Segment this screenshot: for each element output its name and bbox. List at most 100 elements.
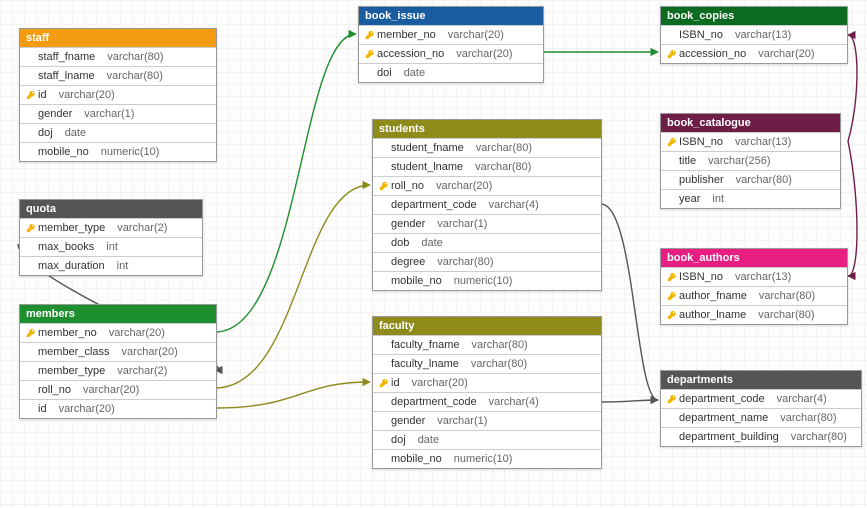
column-row[interactable]: member_classvarchar(20) — [20, 342, 216, 361]
column-row[interactable]: member_novarchar(20) — [359, 25, 543, 44]
column-name: doj — [391, 434, 418, 446]
key-slot — [363, 49, 377, 59]
column-row[interactable]: faculty_lnamevarchar(80) — [373, 354, 601, 373]
column-row[interactable]: ISBN_novarchar(13) — [661, 267, 847, 286]
column-name: gender — [38, 108, 84, 120]
column-name: mobile_no — [38, 146, 101, 158]
column-row[interactable]: gendervarchar(1) — [373, 214, 601, 233]
entity-header[interactable]: book_authors — [661, 249, 847, 267]
primary-key-icon — [365, 30, 375, 40]
entity-book_issue[interactable]: book_issue member_novarchar(20) accessio… — [358, 6, 544, 83]
column-name: department_building — [679, 431, 791, 443]
column-row[interactable]: idvarchar(20) — [373, 373, 601, 392]
primary-key-icon — [365, 49, 375, 59]
entity-header[interactable]: members — [20, 305, 216, 323]
column-row[interactable]: idvarchar(20) — [20, 399, 216, 418]
column-row[interactable]: roll_novarchar(20) — [373, 176, 601, 195]
column-name: dob — [391, 237, 421, 249]
column-type: varchar(4) — [777, 393, 857, 405]
column-row[interactable]: member_typevarchar(2) — [20, 361, 216, 380]
column-row[interactable]: member_novarchar(20) — [20, 323, 216, 342]
column-row[interactable]: author_lnamevarchar(80) — [661, 305, 847, 324]
entity-book_catalogue[interactable]: book_catalogue ISBN_novarchar(13)titleva… — [660, 113, 841, 209]
relation-path — [848, 141, 857, 276]
column-row[interactable]: publishervarchar(80) — [661, 170, 840, 189]
relation-path — [215, 382, 370, 408]
key-slot — [665, 137, 679, 147]
column-row[interactable]: department_codevarchar(4) — [373, 195, 601, 214]
entity-quota[interactable]: quota member_typevarchar(2)max_booksintm… — [19, 199, 203, 276]
column-name: member_class — [38, 346, 122, 358]
column-row[interactable]: max_durationint — [20, 256, 202, 275]
key-slot — [24, 328, 38, 338]
column-row[interactable]: department_buildingvarchar(80) — [661, 427, 861, 446]
primary-key-icon — [667, 291, 677, 301]
column-row[interactable]: dobdate — [373, 233, 601, 252]
relation-path — [215, 34, 356, 332]
column-type: varchar(2) — [117, 222, 198, 234]
entity-header[interactable]: book_catalogue — [661, 114, 840, 132]
entity-book_authors[interactable]: book_authors ISBN_novarchar(13) author_f… — [660, 248, 848, 325]
column-row[interactable]: dojdate — [20, 123, 216, 142]
column-row[interactable]: max_booksint — [20, 237, 202, 256]
entity-book_copies[interactable]: book_copiesISBN_novarchar(13) accession_… — [660, 6, 848, 64]
column-row[interactable]: staff_lnamevarchar(80) — [20, 66, 216, 85]
primary-key-icon — [26, 90, 36, 100]
column-row[interactable]: idvarchar(20) — [20, 85, 216, 104]
column-row[interactable]: doidate — [359, 63, 543, 82]
column-type: varchar(80) — [758, 309, 843, 321]
column-row[interactable]: staff_fnamevarchar(80) — [20, 47, 216, 66]
entity-faculty[interactable]: facultyfaculty_fnamevarchar(80)faculty_l… — [372, 316, 602, 469]
column-row[interactable]: department_namevarchar(80) — [661, 408, 861, 427]
entity-students[interactable]: studentsstudent_fnamevarchar(80)student_… — [372, 119, 602, 291]
column-row[interactable]: mobile_nonumeric(10) — [373, 449, 601, 468]
column-name: gender — [391, 415, 437, 427]
column-name: department_code — [679, 393, 777, 405]
column-row[interactable]: mobile_nonumeric(10) — [20, 142, 216, 161]
key-slot — [665, 291, 679, 301]
column-row[interactable]: accession_novarchar(20) — [661, 44, 847, 63]
column-row[interactable]: dojdate — [373, 430, 601, 449]
entity-header[interactable]: staff — [20, 29, 216, 47]
column-name: doj — [38, 127, 65, 139]
entity-staff[interactable]: staffstaff_fnamevarchar(80)staff_lnameva… — [19, 28, 217, 162]
column-row[interactable]: ISBN_novarchar(13) — [661, 132, 840, 151]
column-type: varchar(80) — [437, 256, 597, 268]
column-row[interactable]: member_typevarchar(2) — [20, 218, 202, 237]
entity-header[interactable]: book_issue — [359, 7, 543, 25]
column-name: author_lname — [679, 309, 758, 321]
entity-header[interactable]: faculty — [373, 317, 601, 335]
column-row[interactable]: ISBN_novarchar(13) — [661, 25, 847, 44]
relation-path — [215, 185, 370, 388]
entity-members[interactable]: members member_novarchar(20)member_class… — [19, 304, 217, 419]
column-type: varchar(20) — [448, 29, 539, 41]
column-row[interactable]: gendervarchar(1) — [20, 104, 216, 123]
column-type: varchar(80) — [475, 161, 597, 173]
column-row[interactable]: author_fnamevarchar(80) — [661, 286, 847, 305]
column-row[interactable]: gendervarchar(1) — [373, 411, 601, 430]
key-slot — [665, 394, 679, 404]
entity-header[interactable]: book_copies — [661, 7, 847, 25]
column-row[interactable]: department_codevarchar(4) — [661, 389, 861, 408]
column-name: staff_fname — [38, 51, 107, 63]
key-slot — [665, 272, 679, 282]
column-row[interactable]: accession_novarchar(20) — [359, 44, 543, 63]
column-name: ISBN_no — [679, 136, 735, 148]
column-row[interactable]: titlevarchar(256) — [661, 151, 840, 170]
column-row[interactable]: roll_novarchar(20) — [20, 380, 216, 399]
column-row[interactable]: mobile_nonumeric(10) — [373, 271, 601, 290]
column-row[interactable]: department_codevarchar(4) — [373, 392, 601, 411]
column-row[interactable]: student_lnamevarchar(80) — [373, 157, 601, 176]
column-type: varchar(80) — [107, 70, 212, 82]
entity-header[interactable]: students — [373, 120, 601, 138]
column-row[interactable]: degreevarchar(80) — [373, 252, 601, 271]
column-type: varchar(20) — [83, 384, 212, 396]
key-slot — [665, 49, 679, 59]
column-row[interactable]: yearint — [661, 189, 840, 208]
column-row[interactable]: student_fnamevarchar(80) — [373, 138, 601, 157]
column-row[interactable]: faculty_fnamevarchar(80) — [373, 335, 601, 354]
entity-header[interactable]: departments — [661, 371, 861, 389]
entity-header[interactable]: quota — [20, 200, 202, 218]
entity-departments[interactable]: departments department_codevarchar(4)dep… — [660, 370, 862, 447]
column-type: varchar(80) — [791, 431, 857, 443]
